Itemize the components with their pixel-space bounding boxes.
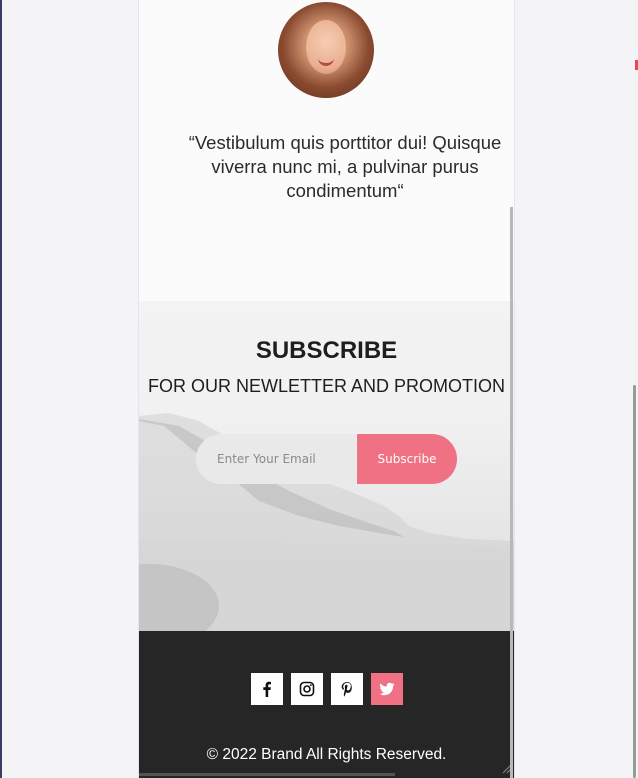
footer: © 2022 Brand All Rights Reserved. xyxy=(139,631,514,778)
email-input[interactable] xyxy=(196,434,356,484)
subscribe-button[interactable]: Subscribe xyxy=(357,434,457,484)
twitter-icon xyxy=(379,682,395,696)
twitter-link[interactable] xyxy=(371,673,403,705)
subscribe-section: SUBSCRIBE FOR OUR NEWLETTER AND PROMOTIO… xyxy=(139,301,514,631)
copyright-text: © 2022 Brand All Rights Reserved. xyxy=(206,746,447,763)
facebook-link[interactable] xyxy=(251,673,283,705)
subscribe-subtitle: FOR OUR NEWLETTER AND PROMOTION xyxy=(147,376,505,396)
horizontal-scrollbar[interactable] xyxy=(139,773,395,776)
facebook-icon xyxy=(263,681,271,697)
subscribe-title: SUBSCRIBE xyxy=(255,337,398,364)
pinterest-icon xyxy=(341,682,352,697)
instagram-icon xyxy=(299,681,315,697)
frame-scrollbar[interactable] xyxy=(510,207,513,778)
testimonial-quote: “Vestibulum quis porttitor dui! Quisque … xyxy=(188,132,502,201)
testimonial-avatar xyxy=(278,2,374,98)
window-scrollbar[interactable] xyxy=(633,385,636,778)
mobile-preview-frame: “Vestibulum quis porttitor dui! Quisque … xyxy=(138,0,515,778)
window-edge xyxy=(0,0,2,778)
pinterest-link[interactable] xyxy=(331,673,363,705)
instagram-link[interactable] xyxy=(291,673,323,705)
